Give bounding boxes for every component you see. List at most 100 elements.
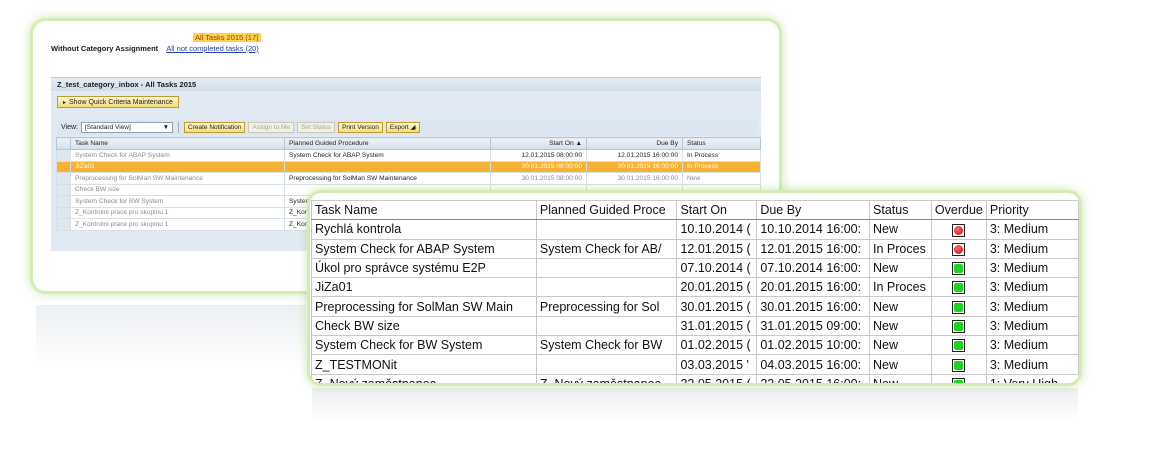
not-completed-link[interactable]: All not completed tasks (20) — [166, 44, 259, 53]
column-header-status[interactable]: Status — [682, 137, 761, 150]
procedure-cell — [535, 257, 678, 279]
list-item[interactable]: Úkol pro správce systému E2P 07.10.2014 (… — [311, 257, 1079, 279]
view-select-value: [Standard View] — [85, 123, 131, 131]
column-header-status[interactable]: Status — [869, 199, 932, 221]
task-name-cell: Z_Kontrolni prace pro skupinu 1 — [70, 206, 285, 219]
procedure-cell — [535, 315, 678, 337]
zoomed-task-list: Task Name Planned Guided Proce Start On … — [307, 190, 1082, 386]
without-category-label: Without Category Assignment — [51, 44, 159, 53]
task-name-cell: Z_Kontrolni prace pro skupinu 1 — [70, 218, 285, 231]
start-on-cell: 22.05.2015 ( — [676, 373, 758, 383]
overdue-cell — [930, 373, 987, 383]
priority-cell: 1: Very High — [985, 373, 1079, 383]
task-name-cell: JiZa01 — [311, 277, 537, 298]
list-item[interactable]: Check BW size 31.01.2015 (31.01.2015 09:0… — [311, 315, 1079, 337]
priority-cell: 3: Medium — [985, 219, 1079, 240]
dropdown-arrow-icon: ▼ — [162, 123, 169, 131]
priority-cell: 3: Medium — [985, 315, 1079, 337]
task-name-cell: Preprocessing for SolMan SW Maintenance — [70, 172, 285, 185]
status-cell: In Process — [682, 160, 761, 173]
assign-to-me-button[interactable]: Assign to Me — [248, 121, 295, 133]
column-header-due-by[interactable]: Due By — [756, 199, 871, 221]
priority-cell: 3: Medium — [985, 277, 1079, 298]
start-on-cell: 30.01.2015 08:00:00 — [490, 172, 587, 185]
column-header-task-name[interactable]: Task Name — [70, 137, 285, 150]
panel-title: Z_test_category_inbox - All Tasks 2015 — [51, 77, 761, 91]
procedure-cell — [535, 354, 678, 375]
create-notification-button[interactable]: Create Notification — [184, 121, 246, 133]
row-selector[interactable] — [56, 160, 71, 173]
row-selector[interactable] — [56, 195, 71, 208]
overdue-cell — [930, 354, 987, 375]
overdue-cell — [930, 315, 987, 337]
due-by-cell: 01.02.2015 10:00: — [756, 335, 871, 356]
status-cell: In Proces — [869, 238, 932, 259]
zoom-table: Task Name Planned Guided Proce Start On … — [311, 199, 1079, 383]
list-item[interactable]: System Check for BW System System Check f… — [311, 335, 1079, 356]
due-by-cell: 10.10.2014 16:00: — [756, 219, 871, 240]
due-by-cell: 31.01.2015 09:00: — [756, 315, 871, 337]
task-name-cell: Z_TESTMONit — [311, 354, 537, 375]
view-select[interactable]: [Standard View] ▼ — [81, 121, 173, 133]
due-by-cell: 07.10.2014 16:00: — [756, 257, 871, 279]
column-header-start-on[interactable]: Start On — [676, 199, 758, 221]
priority-cell: 3: Medium — [985, 335, 1079, 356]
row-selector[interactable] — [56, 172, 71, 185]
sort-ascending-icon: ▲ — [575, 140, 582, 147]
table-row-selected[interactable]: JiZa01 20.01.2015 08:00:00 20.01.2015 16… — [56, 160, 761, 173]
due-by-cell: 30.01.2015 16:00:00 — [586, 172, 683, 185]
status-cell: In Proces — [869, 277, 932, 298]
priority-cell: 3: Medium — [985, 296, 1079, 317]
procedure-cell: Preprocessing for SolMan SW Maintenance — [284, 172, 491, 185]
column-header-start-on[interactable]: Start On ▲ — [490, 137, 587, 150]
expand-arrow-icon: ▸ — [63, 99, 67, 106]
start-on-label: Start On — [549, 140, 574, 147]
table-row[interactable]: Preprocessing for SolMan SW Maintenance … — [56, 172, 761, 185]
reflection — [36, 305, 306, 365]
start-on-cell: 01.02.2015 ( — [676, 335, 758, 356]
overdue-red-light-icon — [952, 242, 966, 256]
print-version-button[interactable]: Print Version — [338, 121, 383, 133]
column-header-priority[interactable]: Priority — [985, 199, 1079, 221]
start-on-cell: 20.01.2015 08:00:00 — [490, 160, 587, 173]
quick-criteria-button[interactable]: ▸ Show Quick Criteria Maintenance — [57, 96, 179, 108]
list-item[interactable]: Preprocessing for SolMan SW Main Preproce… — [311, 296, 1079, 317]
list-item[interactable]: System Check for ABAP System System Check… — [311, 238, 1079, 259]
column-header-due-by[interactable]: Due By — [586, 137, 683, 150]
task-name-cell: Z_Nový zaměstnanec — [311, 373, 537, 383]
select-all-header[interactable] — [56, 137, 71, 150]
column-header-procedure[interactable]: Planned Guided Procedure — [284, 137, 491, 150]
procedure-cell — [284, 160, 491, 173]
row-selector[interactable] — [56, 206, 71, 219]
row-selector[interactable] — [56, 218, 71, 231]
status-cell: New — [869, 373, 932, 383]
list-item[interactable]: Z_TESTMONit 03.03.2015 ' 04.03.2015 16:00:… — [311, 354, 1079, 375]
row-selector[interactable] — [56, 183, 71, 196]
row-selector[interactable] — [56, 149, 71, 162]
overdue-cell — [930, 277, 987, 298]
overdue-green-light-icon — [952, 377, 966, 383]
task-name-cell: Preprocessing for SolMan SW Main — [311, 296, 537, 317]
export-button[interactable]: Export ◢ — [385, 121, 420, 133]
task-name-cell: JiZa01 — [70, 160, 285, 173]
list-item[interactable]: JiZa01 20.01.2015 (20.01.2015 16:00: In Pr… — [311, 277, 1079, 298]
overdue-green-light-icon — [952, 281, 966, 295]
overdue-cell — [930, 335, 987, 356]
column-header-procedure[interactable]: Planned Guided Proce — [535, 199, 678, 221]
overdue-cell — [930, 238, 987, 259]
overdue-red-light-icon — [952, 223, 966, 237]
start-on-cell: 10.10.2014 ( — [676, 219, 758, 240]
procedure-cell: Z_Nový zaměstnanec — [535, 373, 678, 383]
start-on-cell: 30.01.2015 ( — [676, 296, 758, 317]
all-tasks-link[interactable]: All Tasks 2015 (17) — [193, 33, 261, 42]
column-header-overdue[interactable]: Overdue — [930, 199, 987, 221]
start-on-cell: 31.01.2015 ( — [676, 315, 758, 337]
overdue-green-light-icon — [952, 320, 966, 334]
list-item[interactable]: Rychlá kontrola 10.10.2014 (10.10.2014 16… — [311, 219, 1079, 240]
column-header-task-name[interactable]: Task Name — [311, 199, 537, 221]
set-status-button[interactable]: Set Status — [297, 121, 336, 133]
table-row[interactable]: System Check for ABAP System System Chec… — [56, 149, 761, 162]
overdue-green-light-icon — [952, 262, 966, 276]
list-item[interactable]: Z_Nový zaměstnanec Z_Nový zaměstnanec 22.0… — [311, 373, 1079, 383]
procedure-cell: System Check for ABAP System — [284, 149, 491, 162]
